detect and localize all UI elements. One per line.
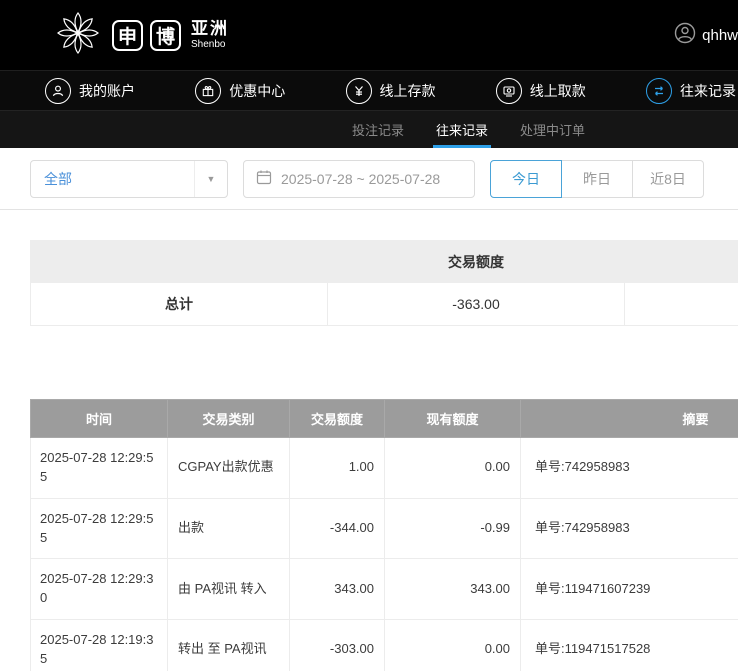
brand-region-cn: 亚洲 [191,20,229,39]
records-tbody: 2025-07-28 12:29:55CGPAY出款优惠1.000.00单号:7… [31,438,738,671]
chevron-down-icon: ▼ [194,161,227,197]
table-cell: 单号:119471517528 [521,620,738,671]
user-name: qhhw [702,27,738,44]
gift-icon [195,78,221,104]
nav-item-deposit[interactable]: 线上存款 [346,78,436,104]
yesterday-button[interactable]: 昨日 [561,160,633,198]
tab-transaction-records[interactable]: 往来记录 [436,111,488,148]
user-account[interactable]: qhhw [674,22,738,48]
brand-region: 亚洲 Shenbo [191,20,229,50]
nav-item-records[interactable]: 往来记录 [646,78,736,104]
table-cell: -0.99 [385,498,521,559]
table-row: 2025-07-28 12:29:55出款-344.00-0.99单号:7429… [31,498,738,559]
summary-header-empty [31,241,328,283]
brand-char-1: 申 [112,20,143,51]
top-header: 申 博 亚洲 Shenbo qhhw [0,0,738,70]
main-nav: 我的账户 优惠中心 线上存款 线上取款 [0,70,738,110]
nav-item-promotions[interactable]: 优惠中心 [195,78,285,104]
table-cell: -303.00 [290,620,385,671]
table-cell: -344.00 [290,498,385,559]
col-header-time: 时间 [31,400,168,438]
nav-item-label: 往来记录 [680,81,736,101]
table-row: 2025-07-28 12:19:35转出 至 PA视讯-303.000.00单… [31,620,738,671]
table-cell: 2025-07-28 12:19:35 [31,620,168,671]
records-tabbar: 投注记录 往来记录 处理中订单 [0,110,738,148]
filter-bar: 全部 ▼ 2025-07-28 ~ 2025-07-28 今日 昨日 近8日 [0,148,738,210]
withdraw-icon [496,78,522,104]
user-avatar-icon [674,22,696,48]
summary-table: 交易额度 总计 -363.00 [30,240,738,326]
nav-item-label: 线上取款 [530,81,586,101]
table-cell: 0.00 [385,620,521,671]
type-filter-value: 全部 [44,169,72,189]
date-range-picker[interactable]: 2025-07-28 ~ 2025-07-28 [243,160,475,198]
nav-item-my-account[interactable]: 我的账户 [45,78,135,104]
summary-empty-cell [625,283,738,326]
quick-range-group: 今日 昨日 近8日 [490,160,704,198]
table-cell: 出款 [168,498,290,559]
tab-pending-orders[interactable]: 处理中订单 [520,111,585,148]
table-cell: 343.00 [290,559,385,620]
table-cell: 由 PA视讯 转入 [168,559,290,620]
nav-item-withdraw[interactable]: 线上取款 [496,78,586,104]
table-cell: 单号:742958983 [521,438,738,499]
col-header-balance: 现有额度 [385,400,521,438]
table-cell: 2025-07-28 12:29:30 [31,559,168,620]
summary-total-label: 总计 [31,283,328,326]
table-cell: 0.00 [385,438,521,499]
summary-total-value: -363.00 [328,283,625,326]
col-header-type: 交易类别 [168,400,290,438]
table-cell: 2025-07-28 12:29:55 [31,438,168,499]
table-cell: 转出 至 PA视讯 [168,620,290,671]
summary-header-empty [625,241,738,283]
lotus-logo-icon [55,10,101,61]
table-row: 2025-07-28 12:29:55CGPAY出款优惠1.000.00单号:7… [31,438,738,499]
tab-bet-records[interactable]: 投注记录 [352,111,404,148]
brand-subtitle: Shenbo [191,39,229,50]
summary-total-row: 总计 -363.00 [31,283,738,326]
col-header-memo: 摘要 [521,400,738,438]
nav-item-label: 优惠中心 [229,81,285,101]
summary-header-row: 交易额度 [31,241,738,283]
nav-item-label: 线上存款 [380,81,436,101]
table-cell: 1.00 [290,438,385,499]
table-cell: 单号:119471607239 [521,559,738,620]
nav-item-label: 我的账户 [79,81,135,101]
brand: 申 博 亚洲 Shenbo [55,10,229,61]
records-icon [646,78,672,104]
calendar-icon [256,169,272,188]
last-8-days-button[interactable]: 近8日 [632,160,704,198]
summary-header-amount: 交易额度 [328,241,625,283]
records-header-row: 时间 交易类别 交易额度 现有额度 摘要 [31,400,738,438]
col-header-amount: 交易额度 [290,400,385,438]
table-cell: 2025-07-28 12:29:55 [31,498,168,559]
brand-char-2: 博 [150,20,181,51]
table-row: 2025-07-28 12:29:30由 PA视讯 转入343.00343.00… [31,559,738,620]
table-cell: 单号:742958983 [521,498,738,559]
table-cell: 343.00 [385,559,521,620]
date-range-value: 2025-07-28 ~ 2025-07-28 [281,171,440,187]
user-icon [45,78,71,104]
table-cell: CGPAY出款优惠 [168,438,290,499]
today-button[interactable]: 今日 [490,160,562,198]
deposit-icon [346,78,372,104]
type-filter-select[interactable]: 全部 ▼ [30,160,228,198]
records-table: 时间 交易类别 交易额度 现有额度 摘要 2025-07-28 12:29:55… [30,399,738,671]
